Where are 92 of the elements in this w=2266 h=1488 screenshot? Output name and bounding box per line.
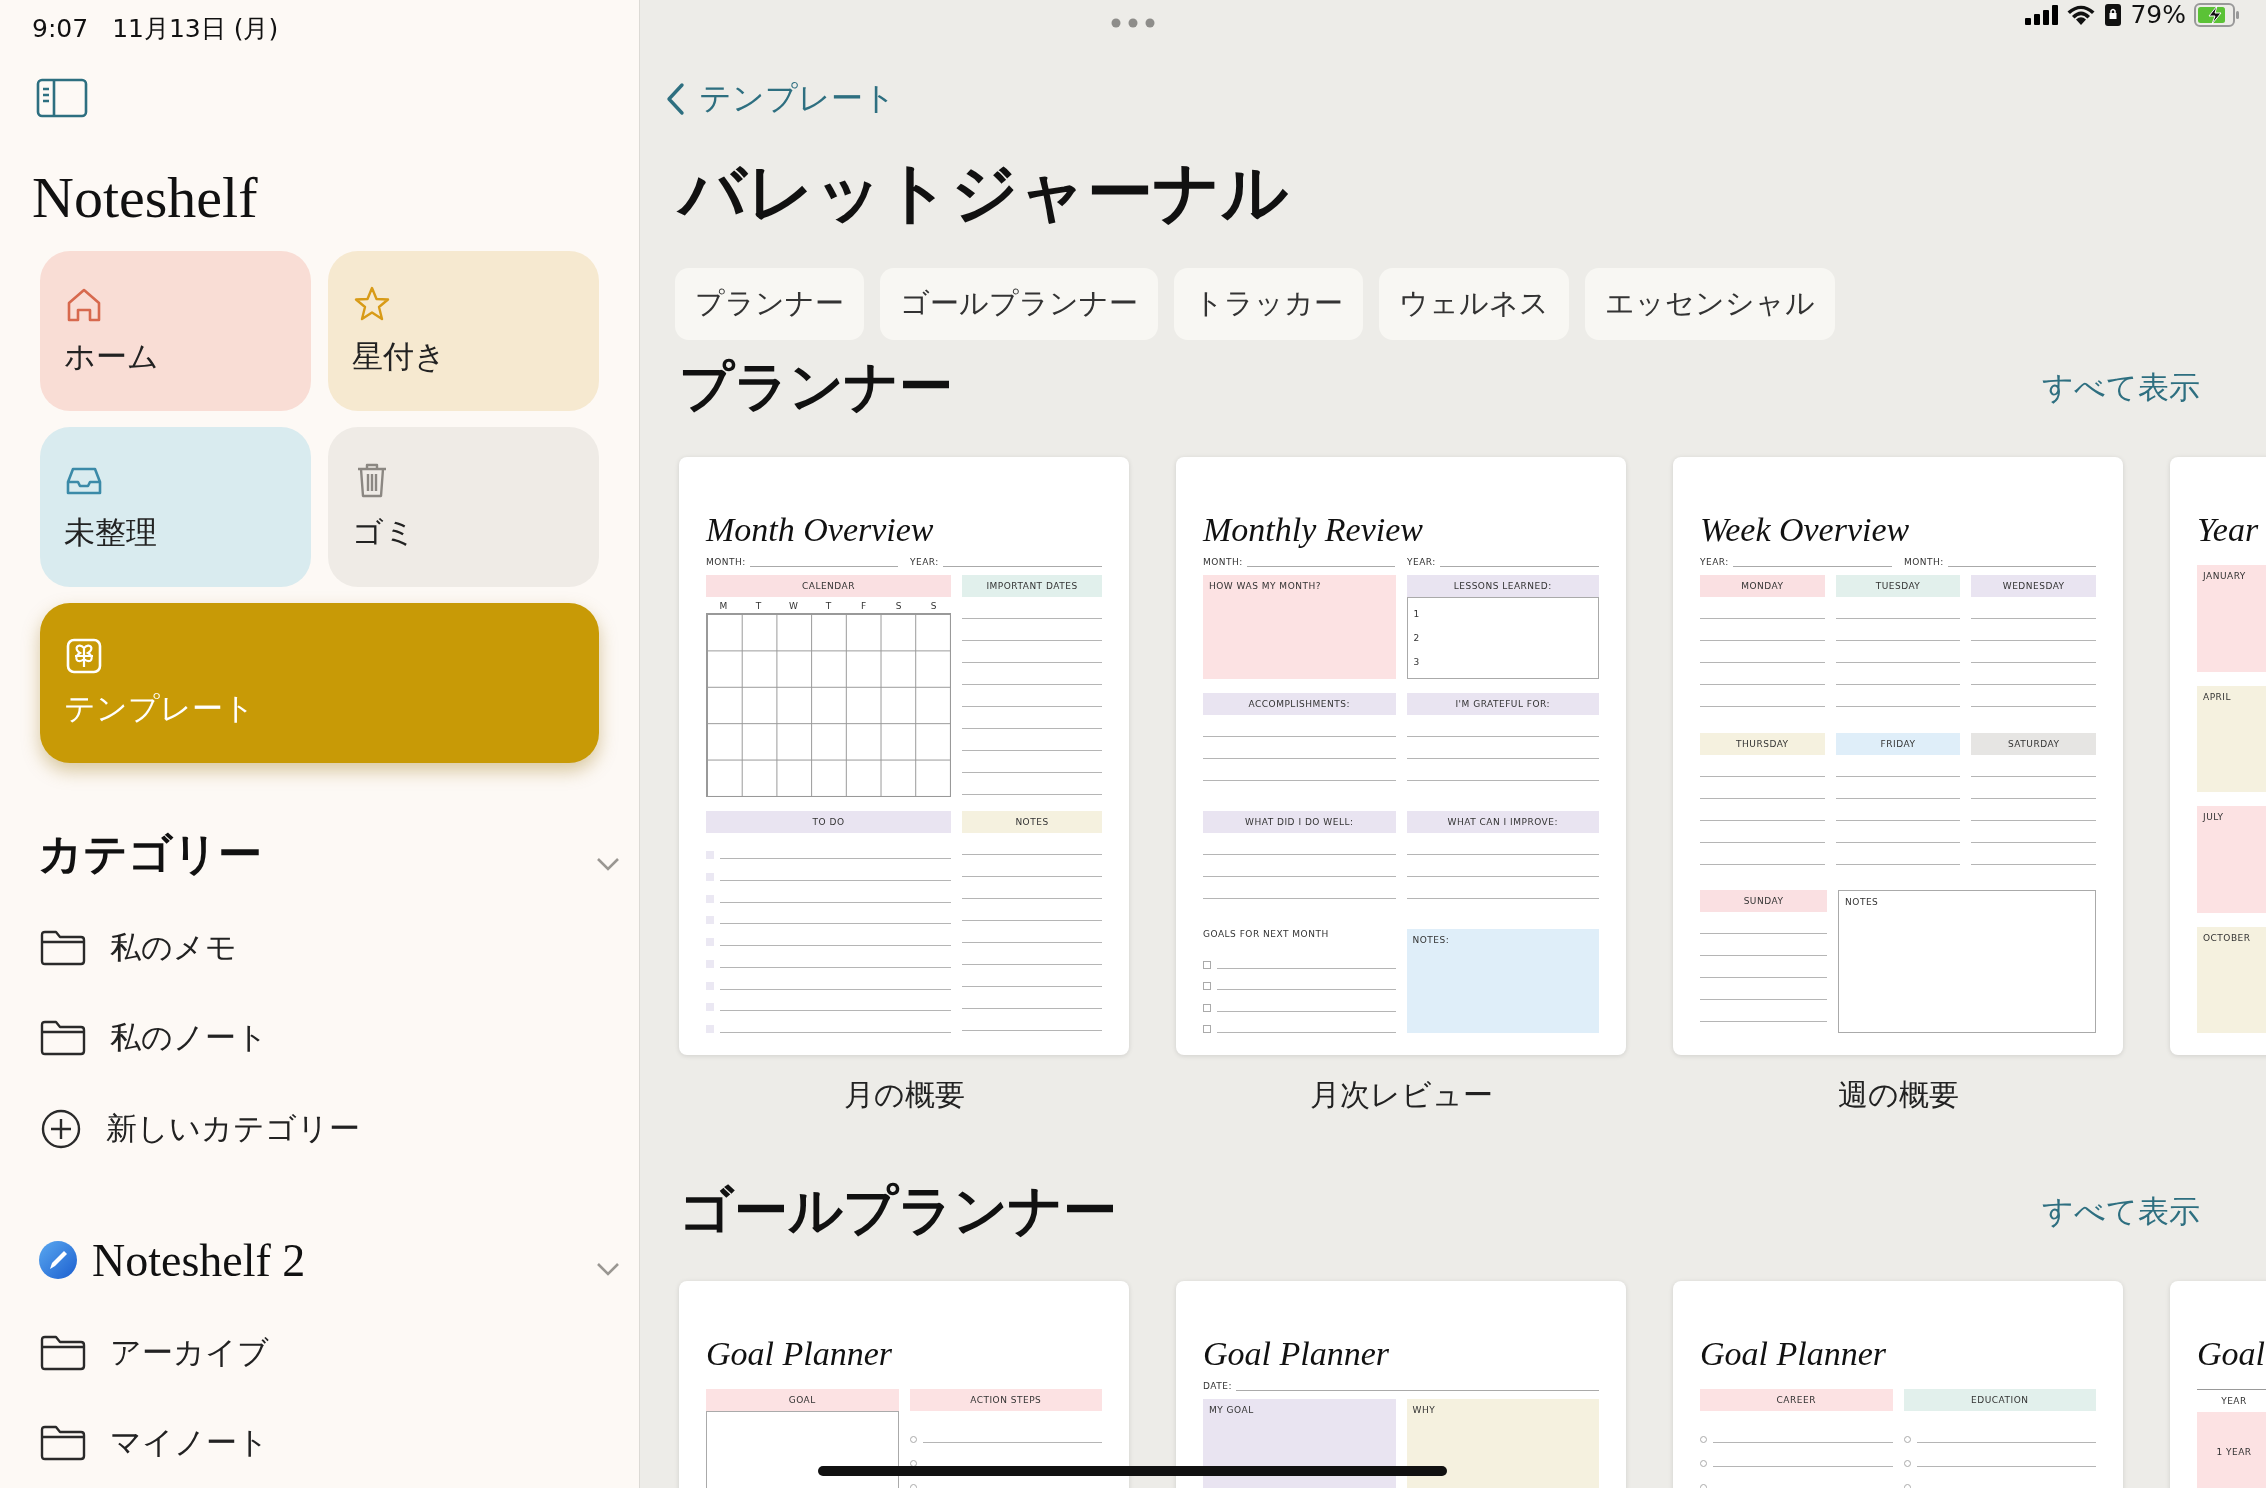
field-label: YEAR: <box>1700 557 1729 568</box>
status-time: 9:07 <box>32 14 89 44</box>
template-thumbnail[interactable]: Goal Planner GOAL ACTION STEPS <box>679 1281 1129 1488</box>
filter-chip[interactable]: ゴールプランナー <box>880 268 1158 341</box>
section-label: GOALS FOR NEXT MONTH <box>1203 929 1330 940</box>
list-number: 3 <box>1413 657 1421 668</box>
sidebar-item[interactable]: アーカイブ <box>0 1307 639 1398</box>
section-header: SATURDAY <box>1971 732 2096 755</box>
weekday-label: F <box>859 601 868 612</box>
filter-chip[interactable]: ウェルネス <box>1379 268 1569 341</box>
field-label: MONTH: <box>1203 557 1243 568</box>
template-thumbnail[interactable]: Goal Planner CAREER EDUCATION <box>1673 1281 2123 1488</box>
section-header: TUESDAY <box>1835 575 1961 598</box>
section-header: SUNDAY <box>1700 889 1828 912</box>
box-label: APRIL <box>2203 691 2232 702</box>
sidebar-tile[interactable]: 未整理 <box>40 427 311 588</box>
template-title: Month Overview <box>706 513 935 551</box>
section-header: WEDNESDAY <box>1971 575 2096 598</box>
box-label: HOW WAS MY MONTH? <box>1209 581 1322 592</box>
weekday-label: S <box>929 601 938 612</box>
sidebar-tile[interactable]: 星付き <box>328 251 599 412</box>
box-label: MY GOAL <box>1209 1405 1255 1416</box>
field-label: YEAR: <box>1407 557 1436 568</box>
section-header: ACTION STEPS <box>909 1389 1102 1412</box>
section-header: TO DO <box>706 811 951 834</box>
section-header: CAREER <box>1700 1389 1893 1412</box>
sidebar-tile[interactable]: ホーム <box>40 251 311 412</box>
section-header: I'M GRATEFUL FOR: <box>1406 693 1599 716</box>
battery-percent: 79% <box>2130 0 2186 29</box>
section-header: ACCOMPLISHMENTS: <box>1203 693 1396 716</box>
section-title: ゴールプランナー <box>679 1178 1117 1245</box>
see-all-link[interactable]: すべて表示 <box>2042 1190 2200 1233</box>
account-title: Noteshelf 2 <box>92 1233 306 1287</box>
status-date: 11月13日 (月) <box>112 13 279 46</box>
template-title: Goal Planner <box>1203 1337 1391 1375</box>
section-header: MONDAY <box>1700 575 1825 598</box>
field-label: YEAR: <box>910 557 939 568</box>
sidebar-item[interactable]: 新しいカテゴリー <box>0 1083 639 1174</box>
weekday-label: W <box>788 601 799 612</box>
filter-chip[interactable]: トラッカー <box>1174 268 1363 341</box>
template-name: 月の概要 <box>843 1076 965 1115</box>
template-thumbnail[interactable]: Goal YEAR 1 YEAR <box>2170 1281 2266 1488</box>
list-number: 2 <box>1413 633 1421 644</box>
weekday-label: M <box>718 601 729 612</box>
see-all-link[interactable]: すべて表示 <box>2042 366 2200 409</box>
section-title: プランナー <box>679 354 953 421</box>
app-title: Noteshelf <box>32 169 259 228</box>
template-thumbnail[interactable]: Month Overview MONTH: YEAR: CALENDAR M T W T F S S IMPORTANT DATES TO DO NOTES <box>679 457 1129 1056</box>
template-name: 週の概要 <box>1837 1076 1959 1115</box>
filter-chip[interactable]: エッセンシャル <box>1585 268 1835 341</box>
section-header: IMPORTANT DATES <box>962 575 1102 598</box>
box-label: OCTOBER <box>2203 932 2252 943</box>
section-header: THURSDAY <box>1700 732 1825 755</box>
section-header: WHAT CAN I IMPROVE: <box>1406 811 1599 834</box>
section-header: LESSONS LEARNED: <box>1406 575 1599 598</box>
sidebar-item[interactable]: 私のノート <box>0 993 639 1084</box>
box-label: NOTES <box>1845 896 1880 907</box>
section-header: GOAL <box>706 1389 899 1412</box>
period-box: 1 YEAR <box>2197 1412 2266 1488</box>
template-title: Year <box>2197 513 2260 551</box>
weekday-label: T <box>754 601 763 612</box>
filter-chip[interactable]: プランナー <box>675 268 864 341</box>
section-header: WHAT DID I DO WELL: <box>1203 811 1396 834</box>
box-label: NOTES: <box>1412 935 1451 946</box>
template-thumbnail[interactable]: Monthly Review MONTH: YEAR: HOW WAS MY MONTH? LESSONS LEARNED: 1 2 3 ACCOMPLISHMENTS: I'M GRATEFUL FOR: WHAT DID I DO WELL: WHAT CAN I IMPROVE: GOALS FOR NEXT MONTH NOTES: <box>1176 457 1626 1056</box>
sidebar-tile[interactable]: ゴミ <box>328 427 599 588</box>
box-label: JULY <box>2203 812 2225 823</box>
weekday-label: S <box>894 601 903 612</box>
template-name: 月次レビュー <box>1309 1076 1493 1115</box>
sidebar-item[interactable]: 私のメモ <box>0 903 639 994</box>
section-header: CALENDAR <box>706 575 951 598</box>
template-title: Goal Planner <box>706 1337 894 1375</box>
section-heading: カテゴリー <box>38 827 262 882</box>
template-thumbnail[interactable]: Year JANUARY APRIL JULY OCTOBER <box>2170 457 2266 1056</box>
section-header: FRIDAY <box>1835 732 1961 755</box>
template-title: Week Overview <box>1700 513 1911 551</box>
template-title: Goal Planner <box>1700 1337 1888 1375</box>
list-number: 1 <box>1413 609 1421 620</box>
sidebar-item[interactable]: マイノート <box>0 1397 639 1488</box>
back-button[interactable]: テンプレート <box>665 77 896 121</box>
weekday-label: T <box>824 601 833 612</box>
section-header: EDUCATION <box>1903 1389 2096 1412</box>
template-thumbnail[interactable]: Week Overview YEAR: MONTH: MONDAY TUESDAY WEDNESDAY THURSDAY FRIDAY SATURDAY SUNDAY NOTES <box>1673 457 2123 1056</box>
box-label: WHY <box>1412 1405 1437 1416</box>
template-title: Monthly Review <box>1203 513 1424 551</box>
template-thumbnail[interactable]: Goal Planner DATE: MY GOAL WHY <box>1176 1281 1626 1488</box>
field-label: MONTH: <box>1904 557 1944 568</box>
template-title: Goal <box>2197 1337 2266 1375</box>
field-label: DATE: <box>1203 1381 1232 1392</box>
section-header: NOTES <box>962 811 1102 834</box>
field-label: MONTH: <box>706 557 746 568</box>
box-label: JANUARY <box>2203 571 2247 582</box>
